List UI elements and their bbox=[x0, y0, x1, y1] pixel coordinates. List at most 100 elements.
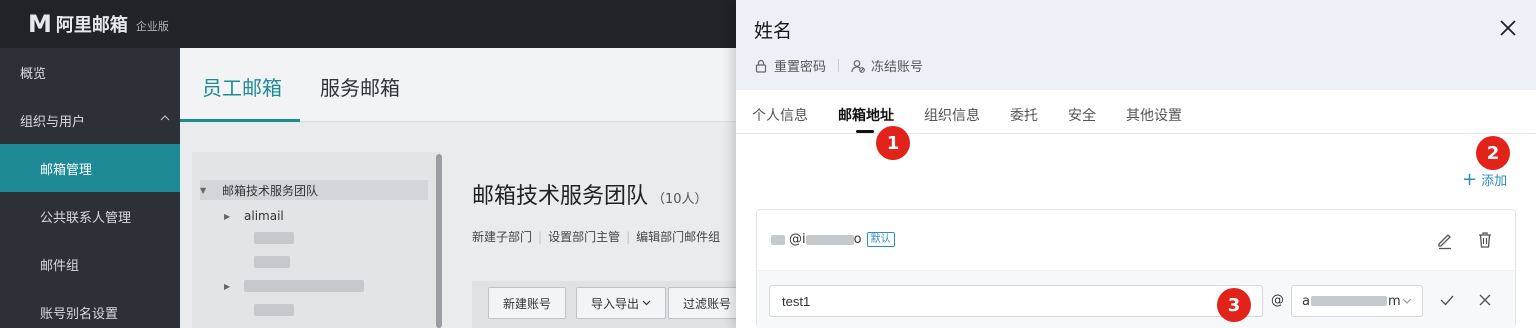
sidebar-item-account-alias[interactable]: 账号别名设置 bbox=[0, 288, 180, 328]
new-address-row: test1 @ a m bbox=[757, 270, 1515, 328]
redacted-text bbox=[771, 234, 785, 245]
department-count: （10人） bbox=[652, 192, 708, 207]
tab-other-settings[interactable]: 其他设置 bbox=[1126, 105, 1182, 125]
chevron-up-icon bbox=[160, 115, 170, 121]
add-label: 添加 bbox=[1481, 174, 1508, 189]
tab-email-address[interactable]: 邮箱地址 bbox=[838, 105, 894, 125]
freeze-account-button[interactable]: 冻结账号 bbox=[871, 56, 923, 75]
redacted-text bbox=[244, 280, 364, 292]
tree-node-root[interactable]: ▼ 邮箱技术服务团队 bbox=[200, 180, 428, 200]
sidebar-item-label: 账号别名设置 bbox=[40, 306, 119, 322]
drawer-tabs: 个人信息 邮箱地址 组织信息 委托 安全 其他设置 bbox=[736, 90, 1536, 134]
sidebar-item-public-contacts[interactable]: 公共联系人管理 bbox=[0, 192, 180, 240]
annotation-badge-2: 2 bbox=[1476, 136, 1510, 170]
tree-node-blurred[interactable] bbox=[254, 252, 290, 272]
sidebar-item-mailbox-management[interactable]: 邮箱管理 bbox=[0, 144, 180, 192]
sidebar-item-org-users[interactable]: 组织与用户 bbox=[0, 96, 180, 144]
active-tab-indicator bbox=[856, 130, 874, 133]
button-label: 新建账号 bbox=[503, 296, 552, 311]
divider: | bbox=[538, 229, 543, 244]
sidebar-item-label: 邮箱管理 bbox=[40, 162, 93, 178]
email-prefix: @i bbox=[789, 232, 806, 247]
tree-node-blurred[interactable] bbox=[254, 228, 294, 248]
redacted-text bbox=[254, 232, 294, 244]
email-suffix: o bbox=[853, 232, 862, 247]
tree-node-blurred[interactable] bbox=[254, 300, 294, 320]
domain-end: m bbox=[1387, 293, 1401, 309]
new-subdepartment-link[interactable]: 新建子部门 bbox=[472, 228, 532, 245]
logo-text: 阿里邮箱 bbox=[55, 15, 128, 36]
tab-delegation[interactable]: 委托 bbox=[1010, 105, 1038, 125]
domain-start: a bbox=[1302, 293, 1310, 309]
drawer-title: 姓名 bbox=[754, 20, 793, 42]
reset-password-button[interactable]: 重置密码 bbox=[774, 56, 826, 75]
address-list-card: @i o 默认 test1 @ a m bbox=[756, 209, 1516, 328]
mailbox-tabs: 员工邮箱 服务邮箱 bbox=[180, 48, 736, 122]
action-bar: 新建账号 导入导出 过滤账号 bbox=[472, 281, 747, 328]
set-manager-link[interactable]: 设置部门主管 bbox=[548, 228, 620, 245]
button-label: 过滤账号 bbox=[683, 296, 732, 311]
tree-node-label: 邮箱技术服务团队 bbox=[222, 183, 319, 198]
tab-org-info[interactable]: 组织信息 bbox=[924, 105, 980, 125]
tree-scrollbar[interactable] bbox=[436, 154, 442, 328]
divider: | bbox=[626, 229, 631, 244]
tab-security[interactable]: 安全 bbox=[1068, 105, 1096, 125]
caret-right-icon[interactable]: ▶ bbox=[224, 282, 234, 291]
tab-staff-mailbox[interactable]: 员工邮箱 bbox=[202, 72, 282, 101]
filter-account-button[interactable]: 过滤账号 bbox=[668, 287, 747, 319]
domain-select[interactable]: a m bbox=[1291, 285, 1423, 317]
new-account-button[interactable]: 新建账号 bbox=[488, 287, 567, 319]
sidebar-item-overview[interactable]: 概览 bbox=[0, 48, 180, 96]
button-label: 导入导出 bbox=[591, 296, 640, 311]
cancel-close-icon[interactable] bbox=[1475, 290, 1495, 310]
add-address-button[interactable]: + 添加 bbox=[1462, 170, 1507, 189]
tree-node-label: alimail bbox=[244, 209, 284, 223]
department-actions: 新建子部门 | 设置部门主管 | 编辑部门邮件组 bbox=[472, 228, 720, 245]
department-name: 邮箱技术服务团队 bbox=[472, 184, 649, 209]
sidebar-item-label: 概览 bbox=[20, 66, 47, 82]
tree-node-blurred[interactable]: ▶ bbox=[224, 276, 364, 296]
sidebar-item-label: 公共联系人管理 bbox=[40, 210, 132, 226]
org-tree: ▼ 邮箱技术服务团队 ▶ alimail ▶ bbox=[192, 152, 440, 328]
redacted-text bbox=[254, 304, 294, 316]
tab-personal-info[interactable]: 个人信息 bbox=[752, 105, 808, 125]
annotation-badge-3: 3 bbox=[1217, 288, 1251, 322]
redacted-text bbox=[1310, 296, 1387, 306]
logo-mark: M bbox=[28, 10, 52, 38]
user-freeze-icon bbox=[851, 59, 865, 73]
close-icon[interactable] bbox=[1494, 14, 1522, 42]
tab-service-mailbox[interactable]: 服务邮箱 bbox=[320, 72, 400, 101]
sidebar-item-label: 邮件组 bbox=[40, 258, 80, 274]
annotation-badge-1: 1 bbox=[876, 126, 910, 160]
app-logo[interactable]: M 阿里邮箱 企业版 bbox=[28, 10, 169, 38]
at-sign: @ bbox=[1271, 293, 1284, 308]
sidebar-item-label: 组织与用户 bbox=[20, 114, 86, 130]
default-tag: 默认 bbox=[866, 232, 895, 247]
active-tab-indicator bbox=[180, 119, 300, 122]
import-export-button[interactable]: 导入导出 bbox=[576, 287, 667, 319]
confirm-check-icon[interactable] bbox=[1437, 290, 1457, 310]
chevron-down-icon bbox=[1402, 298, 1412, 304]
logo-edition: 企业版 bbox=[135, 20, 169, 33]
redacted-text bbox=[254, 256, 290, 268]
address-local-part-input[interactable]: test1 bbox=[769, 285, 1263, 317]
user-detail-drawer: 姓名 重置密码 冻结账号 个人信息 邮箱地址 组织信息 委托 安全 其他设置 1… bbox=[736, 0, 1536, 328]
email-address: @i o 默认 bbox=[771, 232, 895, 247]
caret-down-icon[interactable]: ▼ bbox=[200, 186, 210, 195]
sidebar: 概览 组织与用户 邮箱管理 公共联系人管理 邮件组 账号别名设置 bbox=[0, 48, 180, 328]
sidebar-item-mail-groups[interactable]: 邮件组 bbox=[0, 240, 180, 288]
chevron-down-icon bbox=[642, 300, 651, 306]
divider bbox=[838, 59, 840, 72]
header-actions: 重置密码 冻结账号 bbox=[754, 56, 923, 75]
address-row: @i o 默认 bbox=[757, 210, 1515, 270]
tree-node-child[interactable]: ▶ alimail bbox=[224, 206, 284, 226]
drawer-header: 姓名 重置密码 冻结账号 bbox=[736, 0, 1536, 90]
main-content: 员工邮箱 服务邮箱 ▼ 邮箱技术服务团队 ▶ alimail ▶ 邮箱技术服务团… bbox=[180, 48, 747, 328]
edit-icon[interactable] bbox=[1435, 230, 1455, 250]
delete-icon[interactable] bbox=[1475, 230, 1495, 250]
department-title: 邮箱技术服务团队 （10人） bbox=[472, 178, 708, 210]
redacted-text bbox=[805, 234, 854, 245]
caret-right-icon[interactable]: ▶ bbox=[224, 212, 234, 221]
edit-group-link[interactable]: 编辑部门邮件组 bbox=[636, 228, 720, 245]
lock-icon bbox=[755, 59, 767, 73]
